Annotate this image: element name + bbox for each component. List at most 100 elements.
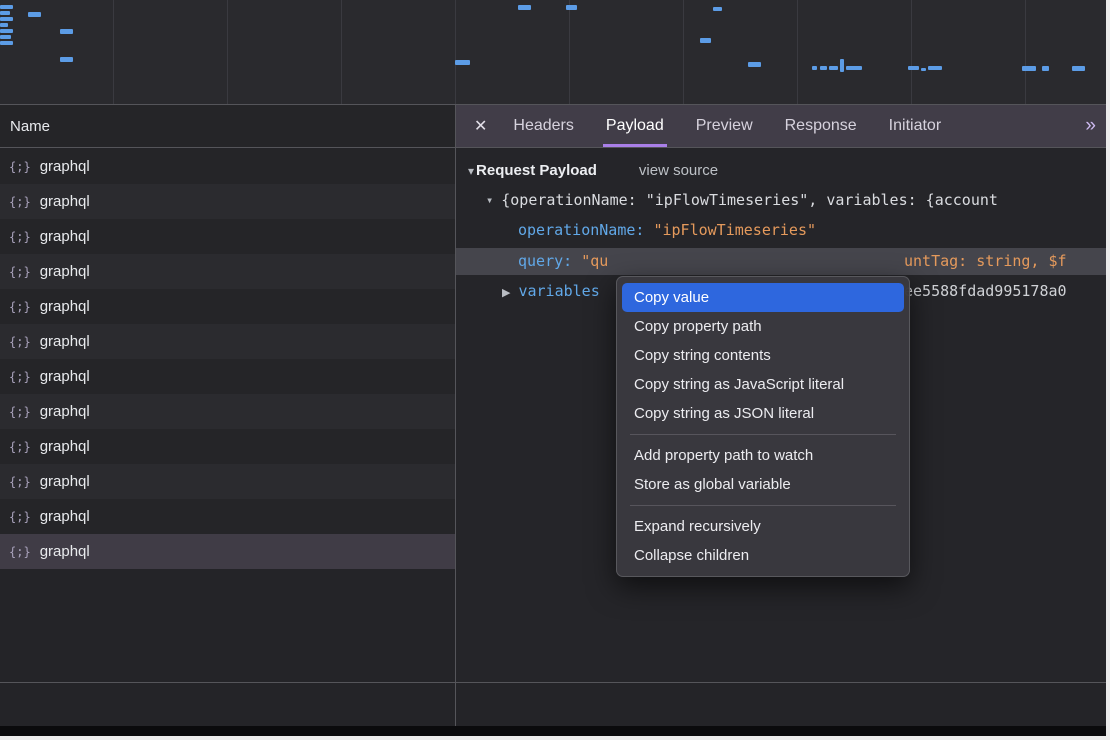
request-row[interactable]: {;} graphql: [0, 429, 455, 464]
request-name: graphql: [40, 508, 90, 525]
overview-bar: [60, 29, 73, 34]
view-source-link[interactable]: view source: [639, 162, 718, 179]
name-column-label: Name: [10, 118, 50, 135]
overview-bar: [713, 7, 722, 11]
overview-bar: [928, 66, 942, 70]
menu-separator: [630, 505, 896, 506]
request-row[interactable]: {;}graphql: [0, 534, 455, 569]
menu-item[interactable]: Expand recursively: [622, 512, 904, 541]
request-name: graphql: [40, 333, 90, 350]
menu-item[interactable]: Collapse children: [622, 541, 904, 570]
request-row[interactable]: {;}graphql: [0, 254, 455, 289]
overview-bar: [455, 60, 470, 65]
overview-bar: [566, 5, 577, 10]
context-menu: Copy valueCopy property pathCopy string …: [616, 276, 910, 577]
request-row[interactable]: {;} graphql: [0, 359, 455, 394]
request-row[interactable]: {;} graphql: [0, 499, 455, 534]
tab-response[interactable]: Response: [785, 105, 857, 147]
request-row[interactable]: {;}graphql: [0, 394, 455, 429]
expand-triangle-icon[interactable]: ▶: [502, 287, 510, 299]
overview-bar: [0, 35, 11, 39]
tab-initiator[interactable]: Initiator: [889, 105, 941, 147]
tab-payload[interactable]: Payload: [606, 105, 664, 147]
request-row[interactable]: {;} graphql: [0, 184, 455, 219]
menu-separator: [630, 434, 896, 435]
overview-bar: [60, 57, 73, 62]
json-braces-icon: {;}: [9, 195, 31, 209]
collapse-triangle-icon[interactable]: ▾: [486, 193, 493, 207]
property-key: query:: [518, 252, 572, 270]
menu-item[interactable]: Store as global variable: [622, 470, 904, 499]
json-braces-icon: {;}: [9, 230, 31, 244]
payload-row-operationname[interactable]: operationName: "ipFlowTimeseries": [456, 218, 1106, 242]
request-row[interactable]: {;} graphql: [0, 149, 455, 184]
overview-bar: [0, 17, 13, 21]
more-tabs-icon[interactable]: »: [1085, 115, 1094, 137]
overview-bar: [1042, 66, 1049, 71]
request-name: graphql: [40, 543, 90, 560]
overview-bar: [28, 12, 41, 17]
window-bottom-border: [0, 736, 1110, 740]
request-row[interactable]: {;} graphql: [0, 464, 455, 499]
property-value-head: "qu: [581, 252, 608, 270]
network-overview[interactable]: [0, 0, 1106, 105]
request-name: graphql: [40, 158, 90, 175]
name-column-header[interactable]: Name: [0, 105, 455, 148]
request-name: graphql: [40, 368, 90, 385]
menu-item[interactable]: Copy string as JSON literal: [622, 399, 904, 428]
payload-row-query[interactable]: query: "qu untTag: string, $f: [456, 248, 1106, 275]
json-braces-icon: {;}: [9, 160, 31, 174]
json-braces-icon: {;}: [9, 370, 31, 384]
menu-item[interactable]: Add property path to watch: [622, 441, 904, 470]
window-right-edge: [1106, 0, 1110, 740]
request-name: graphql: [40, 228, 90, 245]
request-row[interactable]: {;} graphql: [0, 219, 455, 254]
json-braces-icon: {;}: [9, 335, 31, 349]
overview-bar: [921, 68, 926, 71]
overview-bar: [1072, 66, 1085, 71]
tab-preview[interactable]: Preview: [696, 105, 753, 147]
overview-bar: [820, 66, 827, 70]
close-icon[interactable]: ✕: [474, 116, 487, 136]
payload-root-node[interactable]: ▾ {operationName: "ipFlowTimeseries", va…: [486, 191, 1106, 209]
property-value: "ipFlowTimeseries": [653, 221, 816, 239]
overview-bar: [700, 38, 711, 43]
json-braces-icon: {;}: [9, 440, 31, 454]
overview-bar: [0, 41, 13, 45]
property-key: variables: [518, 282, 599, 300]
property-key: operationName:: [518, 221, 644, 239]
request-row[interactable]: {;} graphql: [0, 289, 455, 324]
details-tab-strip: ✕ Headers Payload Preview Response Initiator…: [456, 105, 1106, 148]
menu-item[interactable]: Copy string contents: [622, 341, 904, 370]
collapse-triangle-icon[interactable]: ▾: [468, 164, 474, 178]
overview-bar: [840, 59, 844, 72]
overview-bar: [908, 66, 919, 70]
json-braces-icon: {;}: [9, 300, 31, 314]
request-name: graphql: [40, 473, 90, 490]
property-value-tail: untTag: string, $f: [904, 248, 1067, 275]
overview-bar: [0, 5, 13, 9]
request-name: graphql: [40, 298, 90, 315]
request-payload-title: Request Payload: [476, 162, 597, 179]
menu-item[interactable]: Copy value: [622, 283, 904, 312]
overview-bar: [812, 66, 817, 70]
overview-bar: [846, 66, 862, 70]
json-braces-icon: {;}: [9, 510, 31, 524]
json-braces-icon: {;}: [9, 475, 31, 489]
tab-headers[interactable]: Headers: [513, 105, 573, 147]
overview-bar: [0, 23, 8, 27]
request-name: graphql: [40, 193, 90, 210]
json-braces-icon: {;}: [9, 265, 31, 279]
devtools-window: Name {;} graphql {;} graphql {;} graphql {;} gr…: [0, 0, 1110, 740]
overview-bar: [748, 62, 761, 67]
menu-item[interactable]: Copy string as JavaScript literal: [622, 370, 904, 399]
json-braces-icon: {;}: [9, 405, 31, 419]
request-name: graphql: [40, 438, 90, 455]
tab-strip-items: Headers Payload Preview Response Initiator: [497, 105, 957, 147]
overview-bar: [0, 11, 10, 15]
request-row[interactable]: {;} graphql: [0, 324, 455, 359]
overview-bar: [518, 5, 531, 10]
payload-root-preview: {operationName: "ipFlowTimeseries", vari…: [501, 191, 998, 209]
property-preview-tail: ee5588fdad995178a0: [904, 278, 1067, 305]
menu-item[interactable]: Copy property path: [622, 312, 904, 341]
